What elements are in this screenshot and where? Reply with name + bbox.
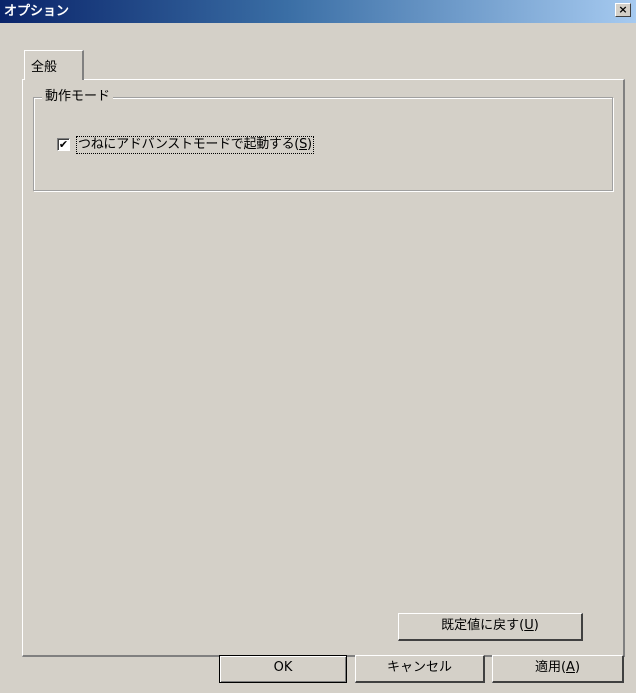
tab-general[interactable]: 全般 [24, 50, 84, 80]
close-icon: × [618, 3, 628, 16]
cancel-button[interactable]: キャンセル [355, 655, 485, 683]
checkmark-icon: ✔ [58, 138, 69, 151]
window-title: オプション [4, 4, 70, 19]
apply-button[interactable]: 適用(A) [492, 655, 624, 683]
restore-defaults-button[interactable]: 既定値に戻す(U) [398, 613, 583, 641]
ok-button[interactable]: OK [219, 655, 347, 683]
group-title: 動作モード [42, 89, 114, 105]
title-bar: オプション × [0, 0, 636, 23]
close-button[interactable]: × [615, 3, 631, 17]
advanced-mode-checkbox[interactable]: ✔ [57, 138, 70, 151]
tab-general-label: 全般 [31, 60, 58, 75]
advanced-mode-label[interactable]: つねにアドバンストモードで起動する(S) [76, 136, 314, 154]
